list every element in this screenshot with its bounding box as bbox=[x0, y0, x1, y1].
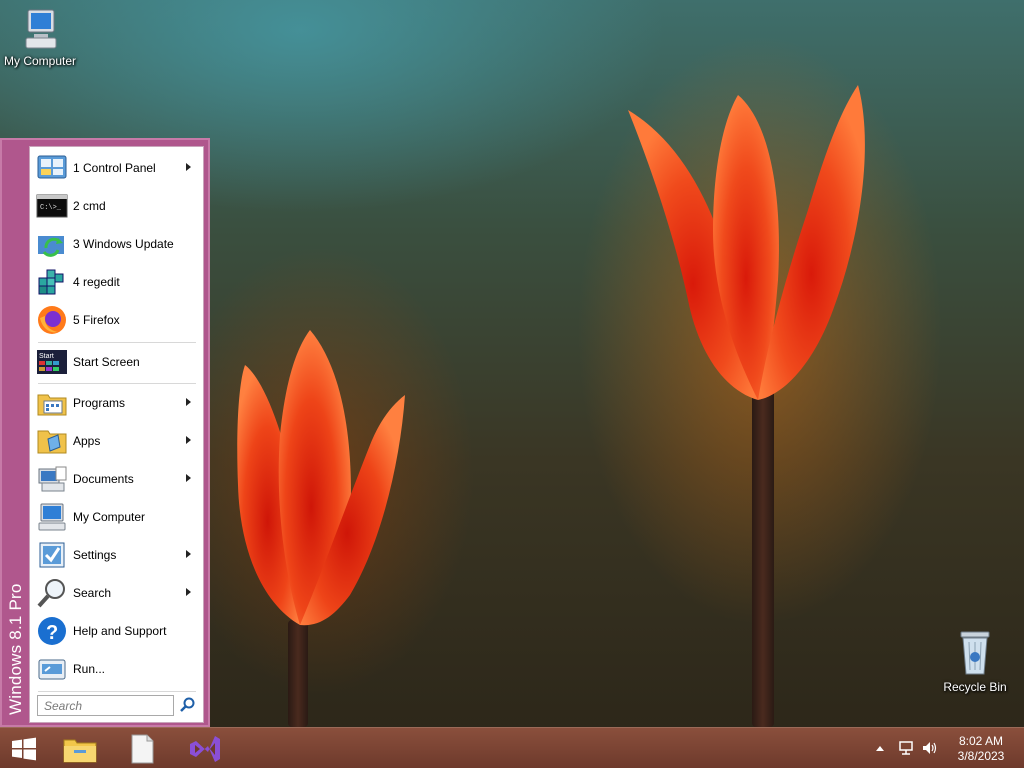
svg-text:C:\>_: C:\>_ bbox=[40, 204, 62, 212]
menu-item-label: Run... bbox=[73, 662, 106, 676]
start-screen-icon-text: Start bbox=[39, 353, 54, 360]
menu-item-settings[interactable]: Settings bbox=[32, 536, 201, 574]
desktop-icon-recycle-bin[interactable]: Recycle Bin bbox=[935, 628, 1015, 694]
computer-icon bbox=[25, 9, 57, 49]
recycle-bin-icon bbox=[960, 631, 990, 675]
desktop-icon-label: Recycle Bin bbox=[943, 680, 1007, 694]
submenu-arrow-icon bbox=[186, 436, 191, 444]
taskbar-clock[interactable]: 8:02 AM 3/8/2023 bbox=[946, 734, 1016, 764]
volume-icon[interactable] bbox=[922, 740, 938, 756]
menu-item-label: My Computer bbox=[73, 510, 146, 524]
menu-item-label: 1 Control Panel bbox=[73, 161, 156, 175]
menu-item-label: Help and Support bbox=[73, 624, 167, 638]
menu-item-label: Settings bbox=[73, 548, 117, 562]
menu-item-start-screen[interactable]: Start Start Screen bbox=[32, 343, 201, 381]
help-icon: ? bbox=[38, 617, 66, 645]
show-hidden-icons-icon[interactable] bbox=[876, 745, 884, 751]
start-menu-search-input[interactable]: Search bbox=[37, 695, 174, 716]
my-computer-icon bbox=[38, 503, 66, 531]
firefox-icon bbox=[38, 306, 66, 334]
menu-item-windows-update[interactable]: 3 Windows Update bbox=[32, 225, 201, 263]
control-panel-icon bbox=[37, 155, 67, 179]
submenu-arrow-icon bbox=[186, 398, 191, 406]
regedit-icon bbox=[38, 269, 64, 295]
run-icon bbox=[38, 659, 66, 680]
menu-item-label: Search bbox=[73, 586, 112, 600]
menu-item-label: 3 Windows Update bbox=[73, 237, 174, 251]
search-icon bbox=[37, 579, 65, 608]
start-menu: Windows 8.1 Pro 1 Control Panel C:\>_ 2 … bbox=[0, 138, 210, 727]
tulip-right bbox=[628, 85, 865, 400]
tulip-stem-right bbox=[752, 390, 774, 727]
menu-separator bbox=[38, 691, 196, 692]
menu-item-my-computer[interactable]: My Computer bbox=[32, 498, 201, 536]
network-icon[interactable] bbox=[898, 740, 914, 756]
cmd-icon: C:\>_ bbox=[36, 194, 68, 218]
tulip-stem-left bbox=[288, 620, 308, 727]
clock-date: 3/8/2023 bbox=[957, 749, 1005, 763]
menu-item-help-and-support[interactable]: ? Help and Support bbox=[32, 612, 201, 650]
menu-item-label: Programs bbox=[73, 396, 126, 410]
submenu-arrow-icon bbox=[186, 588, 191, 596]
windows-start-icon[interactable] bbox=[4, 732, 44, 766]
programs-icon bbox=[37, 394, 67, 416]
menu-item-label: Start Screen bbox=[73, 355, 140, 369]
file-explorer-icon[interactable] bbox=[60, 732, 100, 766]
clock-time: 8:02 AM bbox=[958, 734, 1004, 748]
menu-item-apps[interactable]: Apps bbox=[32, 422, 201, 460]
menu-item-regedit[interactable]: 4 regedit bbox=[32, 263, 201, 301]
search-button-icon[interactable] bbox=[178, 696, 196, 714]
brand-label: Windows 8.1 Pro bbox=[6, 583, 25, 716]
menu-item-control-panel[interactable]: 1 Control Panel bbox=[32, 149, 201, 187]
documents-icon bbox=[38, 466, 67, 492]
menu-item-search[interactable]: Search bbox=[32, 574, 201, 612]
menu-item-documents[interactable]: Documents bbox=[32, 460, 201, 498]
apps-icon bbox=[37, 430, 67, 454]
submenu-arrow-icon bbox=[186, 474, 191, 482]
menu-item-label: 5 Firefox bbox=[73, 313, 120, 327]
submenu-arrow-icon bbox=[186, 163, 191, 171]
tulip-left bbox=[237, 330, 405, 626]
start-menu-panel: 1 Control Panel C:\>_ 2 cmd 3 Windows Up… bbox=[29, 146, 204, 723]
desktop-icon-label: My Computer bbox=[3, 54, 77, 68]
menu-item-label: 4 regedit bbox=[73, 275, 120, 289]
desktop-icon-my-computer[interactable]: My Computer bbox=[0, 8, 80, 68]
submenu-arrow-icon bbox=[186, 550, 191, 558]
menu-item-label: Apps bbox=[73, 434, 101, 448]
menu-item-cmd[interactable]: C:\>_ 2 cmd bbox=[32, 187, 201, 225]
menu-item-programs[interactable]: Programs bbox=[32, 384, 201, 422]
menu-item-run[interactable]: Run... bbox=[32, 650, 201, 688]
taskbar: 8:02 AM 3/8/2023 bbox=[0, 727, 1024, 768]
menu-item-label: Documents bbox=[73, 472, 134, 486]
start-menu-brand-bar: Windows 8.1 Pro bbox=[2, 545, 30, 716]
menu-item-label: 2 cmd bbox=[73, 199, 106, 213]
start-screen-icon: Start bbox=[37, 350, 67, 374]
blank-document-icon[interactable] bbox=[122, 732, 162, 766]
settings-icon bbox=[39, 542, 65, 568]
svg-text:?: ? bbox=[46, 622, 58, 644]
menu-item-firefox[interactable]: 5 Firefox bbox=[32, 301, 201, 339]
windows-update-icon bbox=[38, 236, 64, 257]
visual-studio-icon[interactable] bbox=[184, 732, 224, 766]
